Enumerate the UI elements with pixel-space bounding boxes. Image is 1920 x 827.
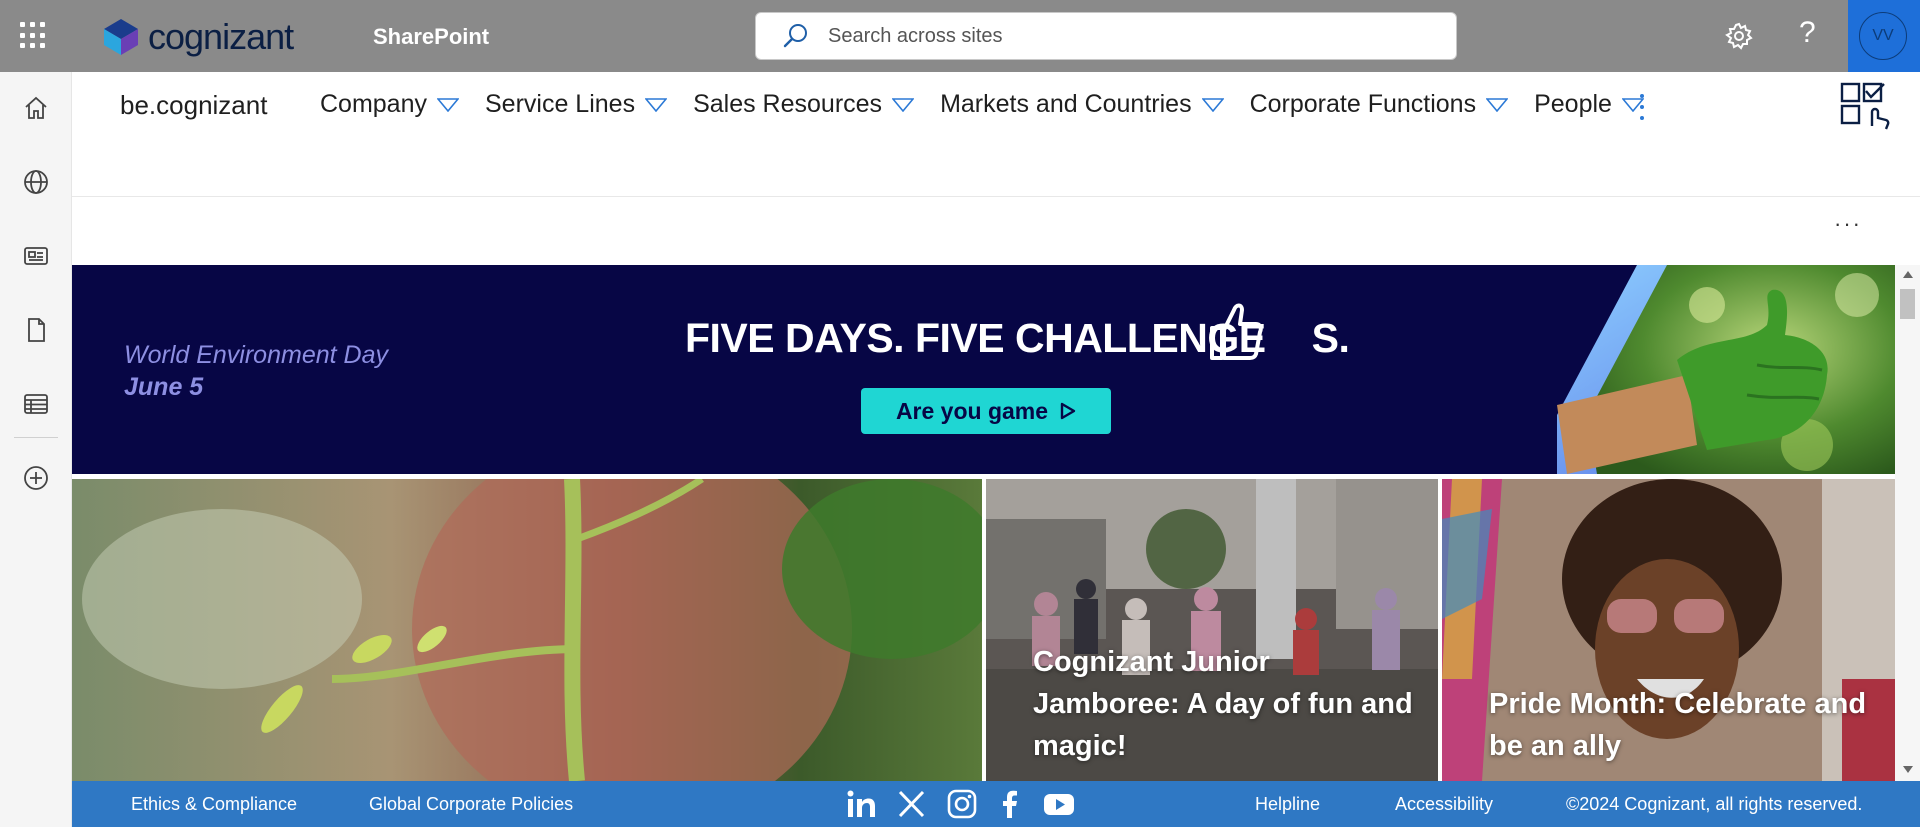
banner-thumbs-up-photo: [1557, 265, 1895, 474]
nav-item-label: Markets and Countries: [940, 90, 1192, 118]
banner-headline-part1: FIVE DAYS. FIVE CHALLENGE: [685, 315, 1266, 361]
app-bar: [0, 72, 72, 827]
site-title[interactable]: be.cognizant: [120, 90, 267, 121]
linkedin-icon[interactable]: [846, 789, 878, 819]
home-icon[interactable]: [22, 94, 50, 122]
nav-item-label: Sales Resources: [693, 90, 883, 118]
list-icon[interactable]: [22, 390, 50, 418]
nav-item-label: People: [1534, 90, 1612, 118]
banner-headline-part2: S.: [1311, 315, 1350, 361]
tile-caption[interactable]: Cognizant Junior Jamboree: A day of fun …: [1033, 641, 1413, 767]
nav-item-label: Corporate Functions: [1249, 90, 1477, 118]
nav-item-label: Company: [320, 90, 427, 118]
nav-item-people[interactable]: People: [1534, 90, 1644, 119]
app-bar-divider: [14, 437, 58, 438]
app-name[interactable]: SharePoint: [373, 24, 489, 50]
scroll-up-icon[interactable]: [1903, 271, 1913, 278]
cognizant-logo[interactable]: cognizant: [100, 16, 294, 58]
brand-name: cognizant: [148, 16, 294, 57]
nav-item-company[interactable]: Company: [320, 90, 459, 119]
banner-event-name: World Environment Day: [124, 341, 388, 369]
suite-bar: cognizant SharePoint Search across sites…: [0, 0, 1920, 72]
footer-link-accessibility[interactable]: Accessibility: [1395, 794, 1493, 815]
thumbs-up-icon: [1210, 303, 1263, 360]
tile-image-plant: [72, 479, 982, 781]
nav-item-sales-resources[interactable]: Sales Resources: [693, 90, 915, 119]
chevron-down-icon[interactable]: [1486, 97, 1509, 112]
news-icon[interactable]: [22, 242, 50, 270]
site-footer: Ethics & Compliance Global Corporate Pol…: [72, 781, 1920, 827]
hub-navigation: be.cognizant Company Service Lines Sales…: [72, 72, 1920, 197]
x-icon[interactable]: [896, 789, 928, 819]
banner-cta-button[interactable]: Are you game: [861, 388, 1111, 434]
nav-item-markets-and-countries[interactable]: Markets and Countries: [940, 90, 1224, 119]
document-icon[interactable]: [22, 316, 50, 344]
scroll-down-icon[interactable]: [1903, 766, 1913, 773]
footer-copyright: ©2024 Cognizant, all rights reserved.: [1566, 794, 1863, 814]
search-icon: [783, 24, 807, 48]
search-box[interactable]: Search across sites: [755, 12, 1457, 60]
footer-link-helpline[interactable]: Helpline: [1255, 794, 1320, 815]
nav-item-corporate-functions[interactable]: Corporate Functions: [1250, 90, 1509, 119]
chevron-down-icon[interactable]: [1201, 97, 1224, 112]
page-command-bar: ···: [72, 197, 1920, 265]
page-scrollbar[interactable]: [1895, 265, 1920, 781]
more-nav-icon[interactable]: [1637, 94, 1647, 120]
add-circle-icon[interactable]: [22, 464, 50, 492]
news-tile-2[interactable]: Cognizant Junior Jamboree: A day of fun …: [986, 479, 1438, 781]
cognizant-mark-icon: [104, 19, 138, 55]
app-selector-icon[interactable]: [1840, 82, 1892, 130]
news-tile-1[interactable]: [72, 479, 982, 781]
nav-item-service-lines[interactable]: Service Lines: [485, 90, 668, 119]
globe-icon[interactable]: [22, 168, 50, 196]
instagram-icon[interactable]: [946, 789, 978, 819]
tile-caption[interactable]: Pride Month: Celebrate and be an ally: [1489, 683, 1869, 767]
search-input[interactable]: Search across sites: [828, 25, 1003, 48]
banner-event-date: June 5: [124, 373, 204, 401]
hero-banner[interactable]: World Environment Day June 5 FIVE DAYS. …: [72, 265, 1895, 474]
chevron-down-icon[interactable]: [645, 97, 668, 112]
more-options-icon[interactable]: ···: [1834, 211, 1862, 237]
youtube-icon[interactable]: [1043, 789, 1075, 819]
footer-link-policies[interactable]: Global Corporate Policies: [369, 794, 573, 815]
gear-icon[interactable]: [1725, 22, 1753, 50]
top-nav: Company Service Lines Sales Resources Ma…: [320, 90, 1670, 119]
help-icon[interactable]: ?: [1799, 16, 1816, 50]
nav-item-label: Service Lines: [485, 90, 636, 118]
play-icon: [1060, 402, 1076, 420]
footer-link-ethics[interactable]: Ethics & Compliance: [131, 794, 297, 815]
chevron-down-icon[interactable]: [437, 97, 459, 112]
chevron-down-icon[interactable]: [892, 97, 915, 112]
facebook-icon[interactable]: [994, 789, 1026, 819]
app-launcher-icon[interactable]: [20, 22, 48, 50]
news-tile-3[interactable]: Pride Month: Celebrate and be an ally: [1442, 479, 1895, 781]
cta-label: Are you game: [895, 397, 1049, 424]
scroll-thumb[interactable]: [1900, 289, 1915, 319]
avatar: VV: [1859, 12, 1907, 60]
account-button[interactable]: VV: [1848, 0, 1920, 72]
